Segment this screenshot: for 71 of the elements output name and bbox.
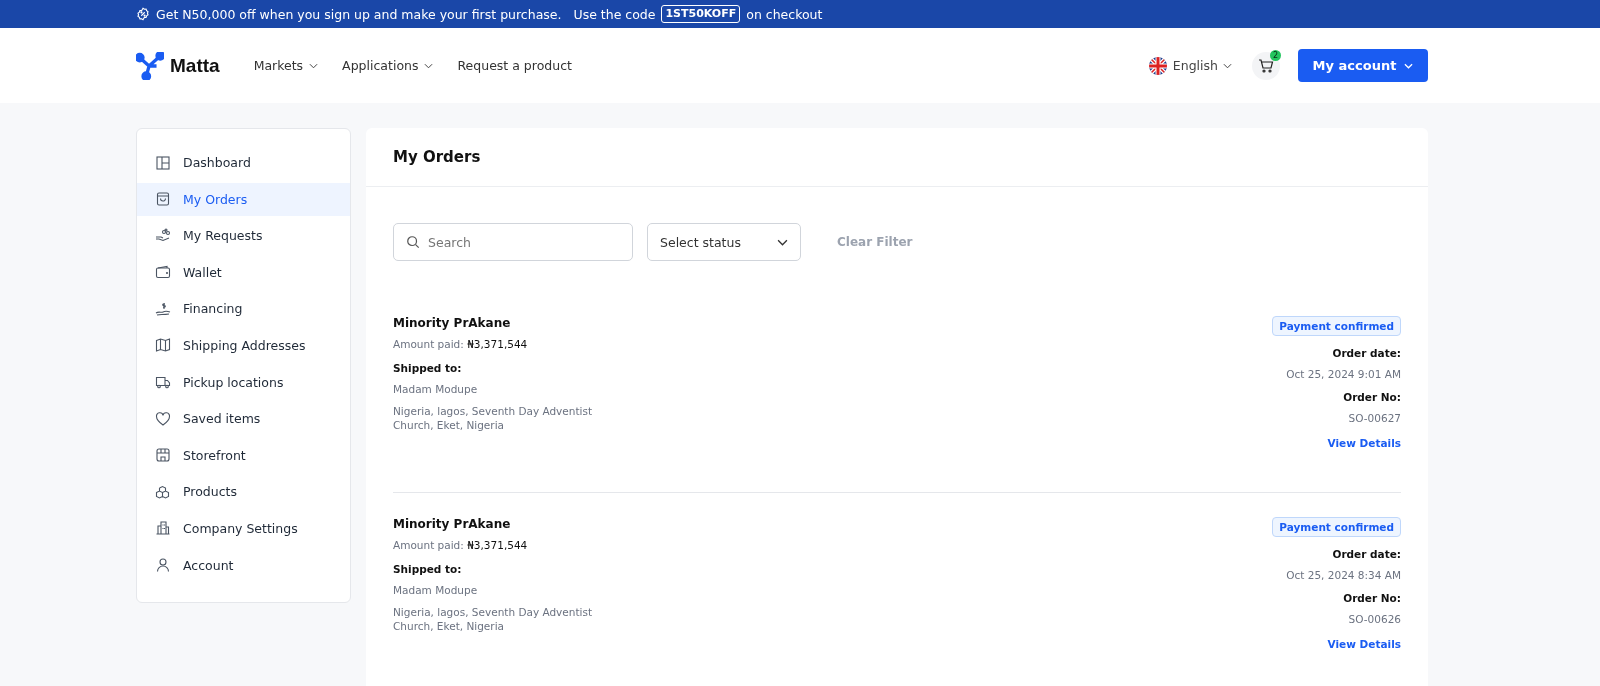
view-details-link[interactable]: View Details [1327, 437, 1401, 449]
shipped-to-label: Shipped to: [393, 362, 463, 374]
shipping-address: Nigeria, lagos, Seventh Day Adventist Church, Eket, Nigeria [393, 404, 593, 432]
order-date: Oct 25, 2024 8:34 AM [1286, 569, 1401, 581]
heart-icon [155, 410, 171, 427]
chevron-down-icon [1223, 62, 1232, 69]
cart-icon [1258, 57, 1274, 74]
order-number-label: Order No: [1343, 391, 1401, 403]
amount-paid: Amount paid: ₦3,371,544 [393, 338, 529, 350]
language-selector[interactable]: English [1147, 55, 1232, 76]
sidebar-item[interactable]: Shipping Addresses [137, 328, 350, 362]
discount-badge-icon [136, 7, 150, 21]
promo-code-prefix: Use the code [573, 6, 656, 22]
nav-link[interactable]: Applications [342, 58, 434, 73]
view-details-link[interactable]: View Details [1327, 638, 1401, 650]
sidebar-item[interactable]: Saved items [137, 402, 350, 436]
promo-code: 1ST50KOFF [661, 5, 741, 23]
chevron-down-icon [777, 238, 788, 246]
order-date-label: Order date: [1332, 548, 1401, 560]
hand-icon [155, 227, 171, 244]
sidebar-item[interactable]: Dashboard [137, 146, 350, 179]
layout-icon [155, 154, 171, 171]
nav-link[interactable]: Request a product [457, 58, 572, 73]
order-number: SO-00626 [1348, 613, 1401, 625]
logo-icon [136, 51, 164, 80]
sidebar-item[interactable]: Products [137, 475, 350, 509]
money-hand-icon [155, 300, 171, 317]
sidebar-item[interactable]: My Orders [137, 182, 350, 216]
user-icon [155, 557, 171, 574]
order-product-name: Minority PrAkane [393, 517, 512, 531]
order-number-label: Order No: [1343, 592, 1401, 604]
sidebar-item[interactable]: My Requests [137, 219, 350, 253]
search-icon [406, 235, 420, 249]
order-date-label: Order date: [1332, 347, 1401, 359]
shipped-to-label: Shipped to: [393, 563, 463, 575]
cart-button[interactable]: 2 [1252, 51, 1280, 80]
promo-code-suffix: on checkout [746, 6, 823, 22]
sidebar-item[interactable]: Pickup locations [137, 365, 350, 399]
search-field[interactable]: Search [393, 223, 633, 261]
chevron-down-icon [424, 62, 434, 69]
sidebar-item[interactable]: Storefront [137, 438, 350, 472]
promo-text: Get N50,000 off when you sign up and make your first purchase. [156, 6, 562, 22]
nav-link[interactable]: Markets [253, 58, 319, 73]
shopping-bag-icon [155, 191, 171, 208]
recipient-name: Madam Modupe [393, 383, 479, 395]
status-select[interactable]: Select status [647, 223, 801, 261]
flag-icon [1147, 55, 1168, 76]
logo-text[interactable]: Matta [170, 54, 220, 77]
page-title: My Orders [393, 148, 481, 166]
chevron-down-icon [309, 62, 319, 69]
boxes-icon [155, 483, 171, 500]
recipient-name: Madam Modupe [393, 584, 479, 596]
status-badge: Payment confirmed [1272, 316, 1401, 336]
sidebar-item[interactable]: Financing [137, 292, 350, 326]
wallet-icon [155, 264, 171, 281]
map-icon [155, 337, 171, 354]
sidebar-item[interactable]: Account [137, 548, 350, 582]
chevron-down-icon [1404, 62, 1414, 69]
order-number: SO-00627 [1348, 412, 1401, 424]
sidebar-item[interactable]: Company Settings [137, 511, 350, 545]
amount-paid: Amount paid: ₦3,371,544 [393, 539, 529, 551]
truck-icon [155, 374, 171, 391]
account-button[interactable]: My account [1298, 49, 1428, 82]
order-date: Oct 25, 2024 9:01 AM [1286, 368, 1401, 380]
store-icon [155, 447, 171, 464]
sidebar-item[interactable]: Wallet [137, 255, 350, 289]
cart-count-badge: 2 [1270, 49, 1281, 61]
status-badge: Payment confirmed [1272, 517, 1401, 537]
order-product-name: Minority PrAkane [393, 316, 512, 330]
shipping-address: Nigeria, lagos, Seventh Day Adventist Church, Eket, Nigeria [393, 605, 593, 633]
building-icon [155, 520, 171, 537]
